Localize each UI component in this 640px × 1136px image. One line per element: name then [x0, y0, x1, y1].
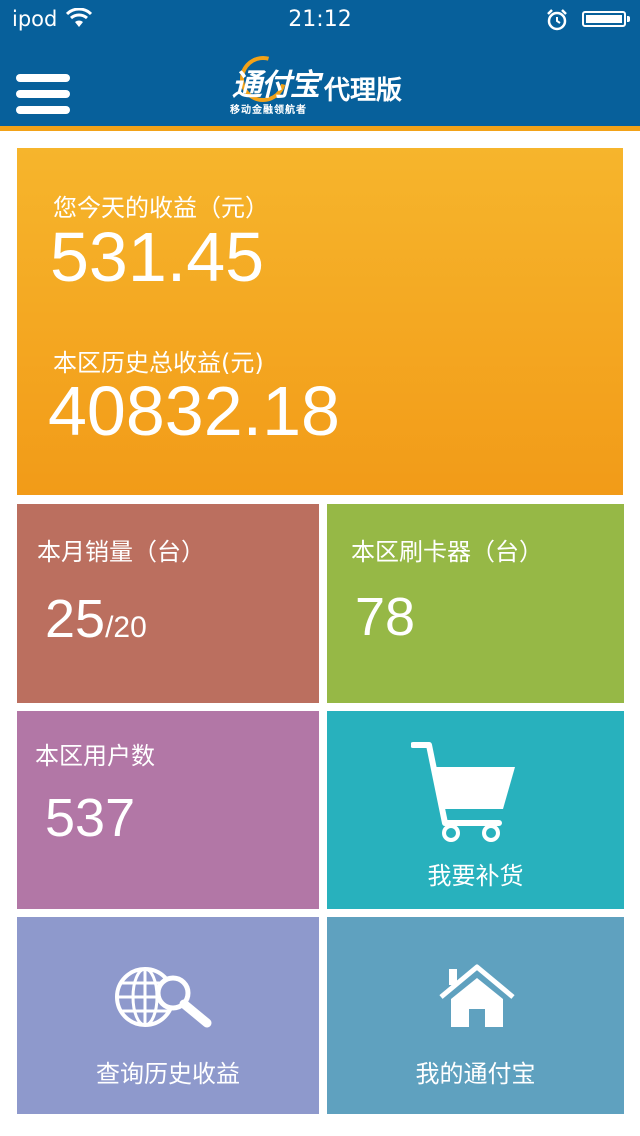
card-readers-label: 本区刷卡器（台）	[351, 538, 543, 566]
restock-button[interactable]: 我要补货	[327, 711, 624, 909]
history-earnings-label: 查询历史收益	[96, 1060, 240, 1088]
monthly-sales-tile: 本月销量（台） 25/20	[17, 504, 319, 703]
edition-title: 代理版	[324, 76, 403, 106]
card-readers-tile: 本区刷卡器（台） 78	[327, 504, 624, 703]
monthly-sales-label: 本月销量（台）	[37, 538, 205, 566]
history-earnings-button[interactable]: 查询历史收益	[17, 917, 319, 1114]
my-tongfubao-label: 我的通付宝	[415, 1060, 536, 1088]
shopping-cart-icon	[410, 739, 521, 847]
clock-time: 21:12	[288, 7, 352, 32]
users-label: 本区用户数	[35, 742, 155, 770]
home-icon	[439, 963, 515, 1033]
app-logo: 通付宝 移动金融领航者	[228, 47, 328, 118]
hamburger-menu-icon[interactable]	[16, 74, 70, 116]
status-bar: ipod 21:12	[0, 0, 640, 40]
my-tongfubao-button[interactable]: 我的通付宝	[327, 917, 624, 1114]
nav-bar: 通付宝 移动金融领航者 代理版	[0, 40, 640, 131]
today-earnings-value: 531.45	[50, 218, 265, 296]
total-earnings-value: 40832.18	[48, 372, 340, 450]
alarm-icon	[545, 8, 569, 36]
logo-slogan: 移动金融领航者	[230, 105, 307, 116]
battery-icon	[582, 11, 630, 27]
earnings-panel: 您今天的收益（元） 531.45 本区历史总收益(元) 40832.18	[17, 148, 623, 495]
logo-text: 通付宝	[232, 68, 320, 103]
monthly-sales-value: 25/20	[45, 589, 147, 649]
globe-search-icon	[113, 965, 231, 1033]
card-readers-value: 78	[355, 587, 416, 647]
users-value: 537	[45, 788, 136, 848]
restock-label: 我要补货	[427, 862, 524, 890]
monthly-sales-target: /20	[105, 611, 147, 644]
users-tile: 本区用户数 537	[17, 711, 319, 909]
